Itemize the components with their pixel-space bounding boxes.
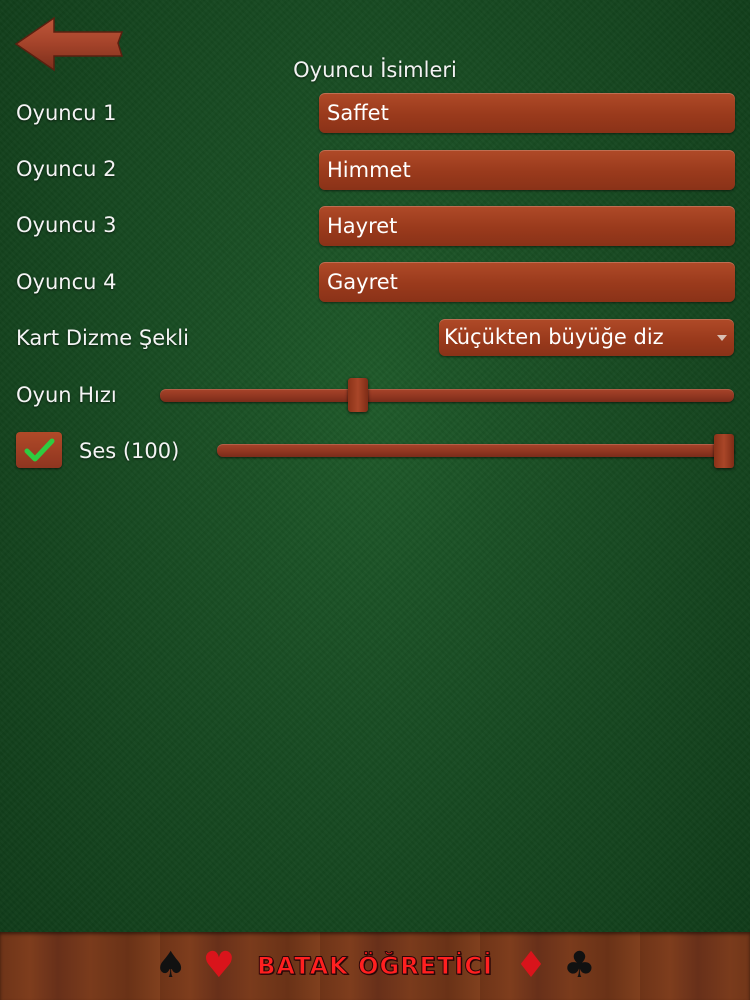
sound-label: Ses (100)	[79, 439, 180, 463]
sound-checkbox[interactable]	[16, 432, 62, 468]
player-3-label: Oyuncu 3	[16, 213, 117, 237]
diamond-icon: ♦	[514, 945, 548, 986]
player-1-label: Oyuncu 1	[16, 101, 117, 125]
brand-title: BATAK ÖĞRETİCİ	[257, 952, 493, 981]
page-title: Oyuncu İsimleri	[293, 58, 457, 82]
game-speed-label: Oyun Hızı	[16, 383, 117, 407]
player-3-name-input[interactable]	[319, 206, 735, 246]
player-2-label: Oyuncu 2	[16, 157, 117, 181]
game-speed-slider[interactable]	[160, 389, 734, 402]
sound-volume-slider-thumb[interactable]	[714, 434, 734, 468]
heart-icon: ♥	[202, 945, 236, 986]
player-1-name-input[interactable]	[319, 93, 735, 133]
game-speed-slider-thumb[interactable]	[348, 378, 369, 412]
sound-volume-slider[interactable]	[217, 444, 734, 457]
club-icon: ♣	[563, 945, 596, 986]
player-4-name-input[interactable]	[319, 262, 735, 302]
felt-background	[0, 0, 750, 932]
spade-icon: ♠	[154, 945, 187, 986]
chevron-down-icon	[717, 335, 727, 341]
checkmark-icon	[24, 438, 55, 462]
card-sort-select[interactable]: Küçükten büyüğe diz	[439, 319, 734, 356]
card-sort-selected-value: Küçükten büyüğe diz	[444, 325, 664, 349]
footer-banner: ♠ ♥ BATAK ÖĞRETİCİ ♦ ♣	[0, 932, 750, 1000]
card-sort-label: Kart Dizme Şekli	[16, 326, 189, 350]
player-2-name-input[interactable]	[319, 150, 735, 190]
player-4-label: Oyuncu 4	[16, 270, 117, 294]
